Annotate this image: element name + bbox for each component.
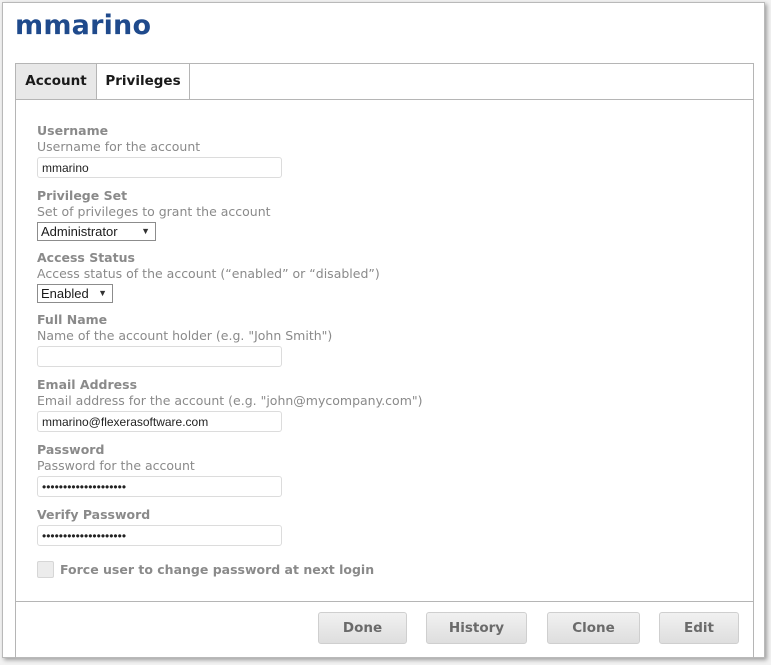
full-name-description: Name of the account holder (e.g. "John S… [37,328,333,343]
password-input[interactable] [37,476,282,497]
account-dialog: mmarino Account Privileges Username User… [2,2,765,659]
email-input[interactable] [37,411,282,432]
panel-bottom-border [16,658,753,659]
privilege-set-description: Set of privileges to grant the account [37,204,271,219]
privilege-set-value: Administrator [41,224,118,239]
full-name-label: Full Name [37,312,108,327]
access-status-description: Access status of the account (“enabled” … [37,266,380,281]
dropdown-arrow-icon: ▼ [141,226,150,236]
verify-password-label: Verify Password [37,507,151,522]
username-input[interactable] [37,157,282,178]
edit-button[interactable]: Edit [659,612,739,644]
tab-bar: Account Privileges [16,64,753,100]
access-status-label: Access Status [37,250,135,265]
password-label: Password [37,442,105,457]
privilege-set-group: Privilege Set Set of privileges to grant… [37,188,271,241]
username-group: Username Username for the account [37,123,282,178]
force-change-label[interactable]: Force user to change password at next lo… [60,562,374,577]
footer-divider [16,601,753,602]
tab-account[interactable]: Account [16,64,97,99]
username-description: Username for the account [37,139,201,154]
access-status-group: Access Status Access status of the accou… [37,250,380,303]
password-group: Password Password for the account [37,442,282,497]
email-description: Email address for the account (e.g. "joh… [37,393,423,408]
verify-password-input[interactable] [37,525,282,546]
full-name-group: Full Name Name of the account holder (e.… [37,312,332,367]
done-button[interactable]: Done [318,612,407,644]
page-title: mmarino [15,10,152,41]
password-description: Password for the account [37,458,195,473]
account-panel: Account Privileges Username Username for… [15,63,754,659]
full-name-input[interactable] [37,346,282,367]
access-status-value: Enabled [41,286,89,301]
history-button[interactable]: History [426,612,527,644]
email-group: Email Address Email address for the acco… [37,377,423,432]
force-change-row: Force user to change password at next lo… [37,559,374,579]
tab-privileges[interactable]: Privileges [97,64,190,99]
verify-password-group: Verify Password [37,507,282,546]
dropdown-arrow-icon: ▼ [98,288,107,298]
access-status-select[interactable]: Enabled ▼ [37,284,113,303]
username-label: Username [37,123,109,138]
privilege-set-label: Privilege Set [37,188,128,203]
clone-button[interactable]: Clone [547,612,640,644]
email-label: Email Address [37,377,138,392]
privilege-set-select[interactable]: Administrator ▼ [37,222,156,241]
force-change-checkbox[interactable] [37,560,54,578]
